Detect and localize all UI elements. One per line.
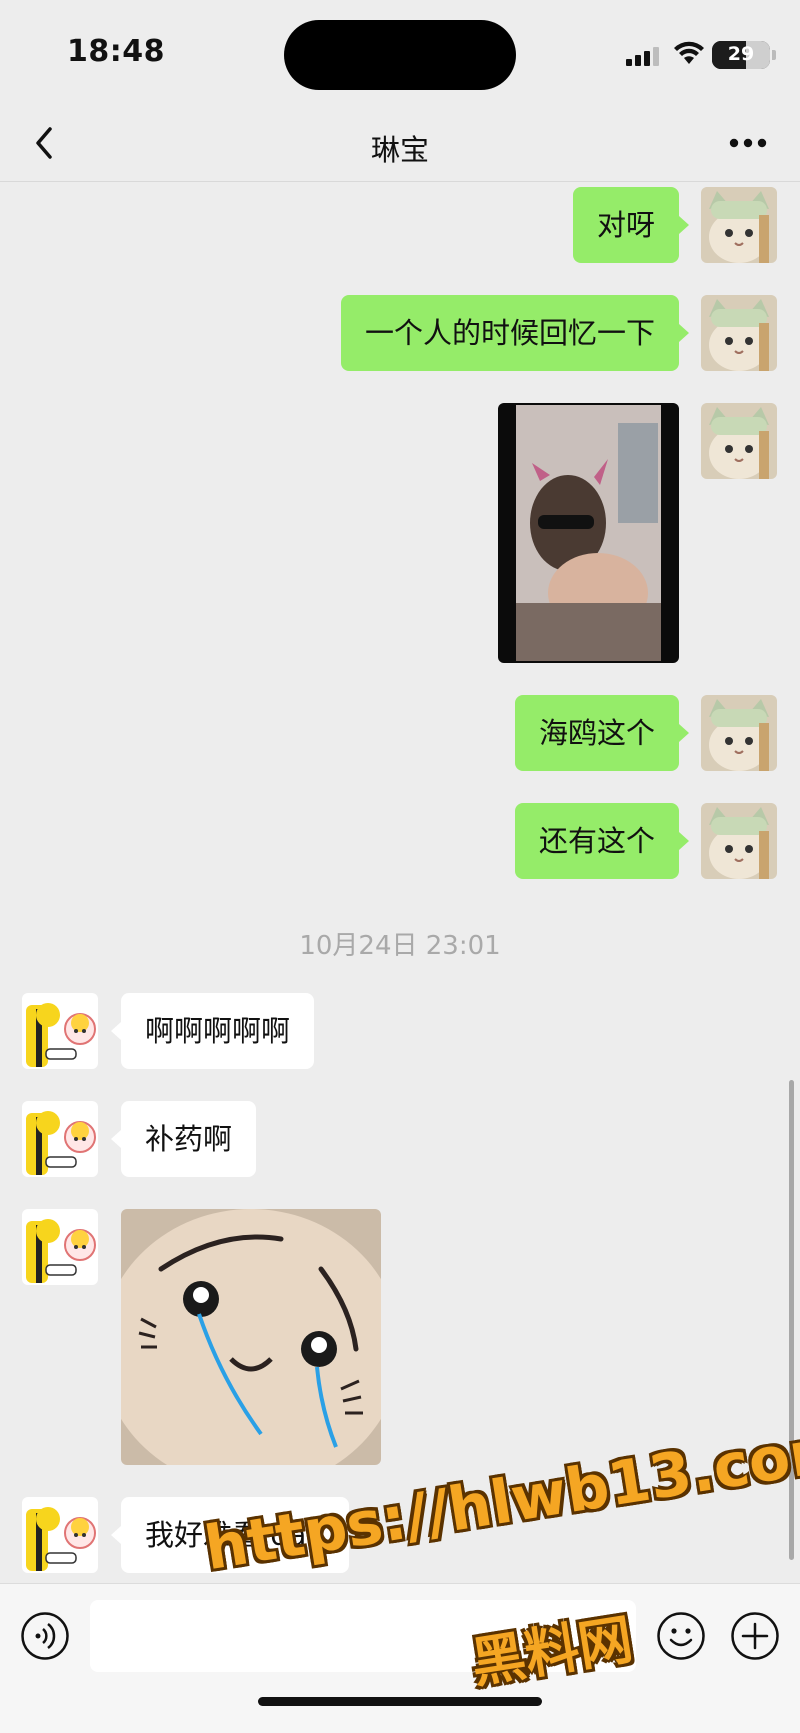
my-avatar[interactable] <box>701 187 777 263</box>
message-text: 一个人的时候回忆一下 <box>364 316 655 350</box>
message-bubble[interactable]: 补药啊 <box>121 1101 257 1177</box>
message-text: 海鸥这个 <box>538 716 655 750</box>
message-text: 对呀 <box>596 208 655 242</box>
message-row: 对呀 <box>0 187 800 263</box>
plus-icon[interactable] <box>730 1611 780 1661</box>
voice-icon[interactable] <box>20 1611 70 1661</box>
contact-avatar[interactable] <box>22 993 98 1069</box>
message-bubble[interactable]: 啊啊啊啊啊 <box>121 993 315 1069</box>
message-row <box>0 1209 800 1465</box>
my-avatar[interactable] <box>701 695 777 771</box>
message-row: 一个人的时候回忆一下 <box>0 295 800 371</box>
contact-avatar[interactable] <box>22 1497 98 1573</box>
message-text: 还有这个 <box>538 824 655 858</box>
battery-icon: 29 <box>712 41 776 69</box>
more-icon[interactable] <box>728 135 768 151</box>
message-text: 啊啊啊啊啊 <box>145 1014 291 1048</box>
home-indicator <box>258 1697 542 1706</box>
wifi-icon <box>674 41 704 64</box>
message-row: 啊啊啊啊啊 <box>0 993 800 1069</box>
image-message[interactable] <box>498 403 679 663</box>
message-timestamp: 10月24日 23:01 <box>299 931 501 961</box>
my-avatar[interactable] <box>701 403 777 479</box>
message-row <box>0 403 800 663</box>
image-message[interactable] <box>121 1209 381 1465</box>
message-bubble[interactable]: 一个人的时候回忆一下 <box>340 295 679 371</box>
message-text: 补药啊 <box>145 1122 233 1156</box>
message-row: 补药啊 <box>0 1101 800 1177</box>
message-bubble[interactable]: 海鸥这个 <box>514 695 679 771</box>
chat-title: 琳宝 <box>370 133 429 167</box>
status-time: 18:48 <box>67 34 165 69</box>
signal-icon <box>626 46 662 66</box>
message-bubble[interactable]: 对呀 <box>572 187 679 263</box>
my-avatar[interactable] <box>701 803 777 879</box>
message-row: 还有这个 <box>0 803 800 879</box>
status-bar: 18:48 29 <box>0 0 800 105</box>
contact-avatar[interactable] <box>22 1209 98 1285</box>
input-bar <box>0 1583 800 1733</box>
message-row: 海鸥这个 <box>0 695 800 771</box>
message-bubble[interactable]: 还有这个 <box>514 803 679 879</box>
my-avatar[interactable] <box>701 295 777 371</box>
dynamic-island <box>284 20 516 90</box>
emoji-icon[interactable] <box>656 1611 706 1661</box>
contact-avatar[interactable] <box>22 1101 98 1177</box>
battery-level: 29 <box>727 43 755 65</box>
chat-header: 琳宝 <box>0 105 800 182</box>
